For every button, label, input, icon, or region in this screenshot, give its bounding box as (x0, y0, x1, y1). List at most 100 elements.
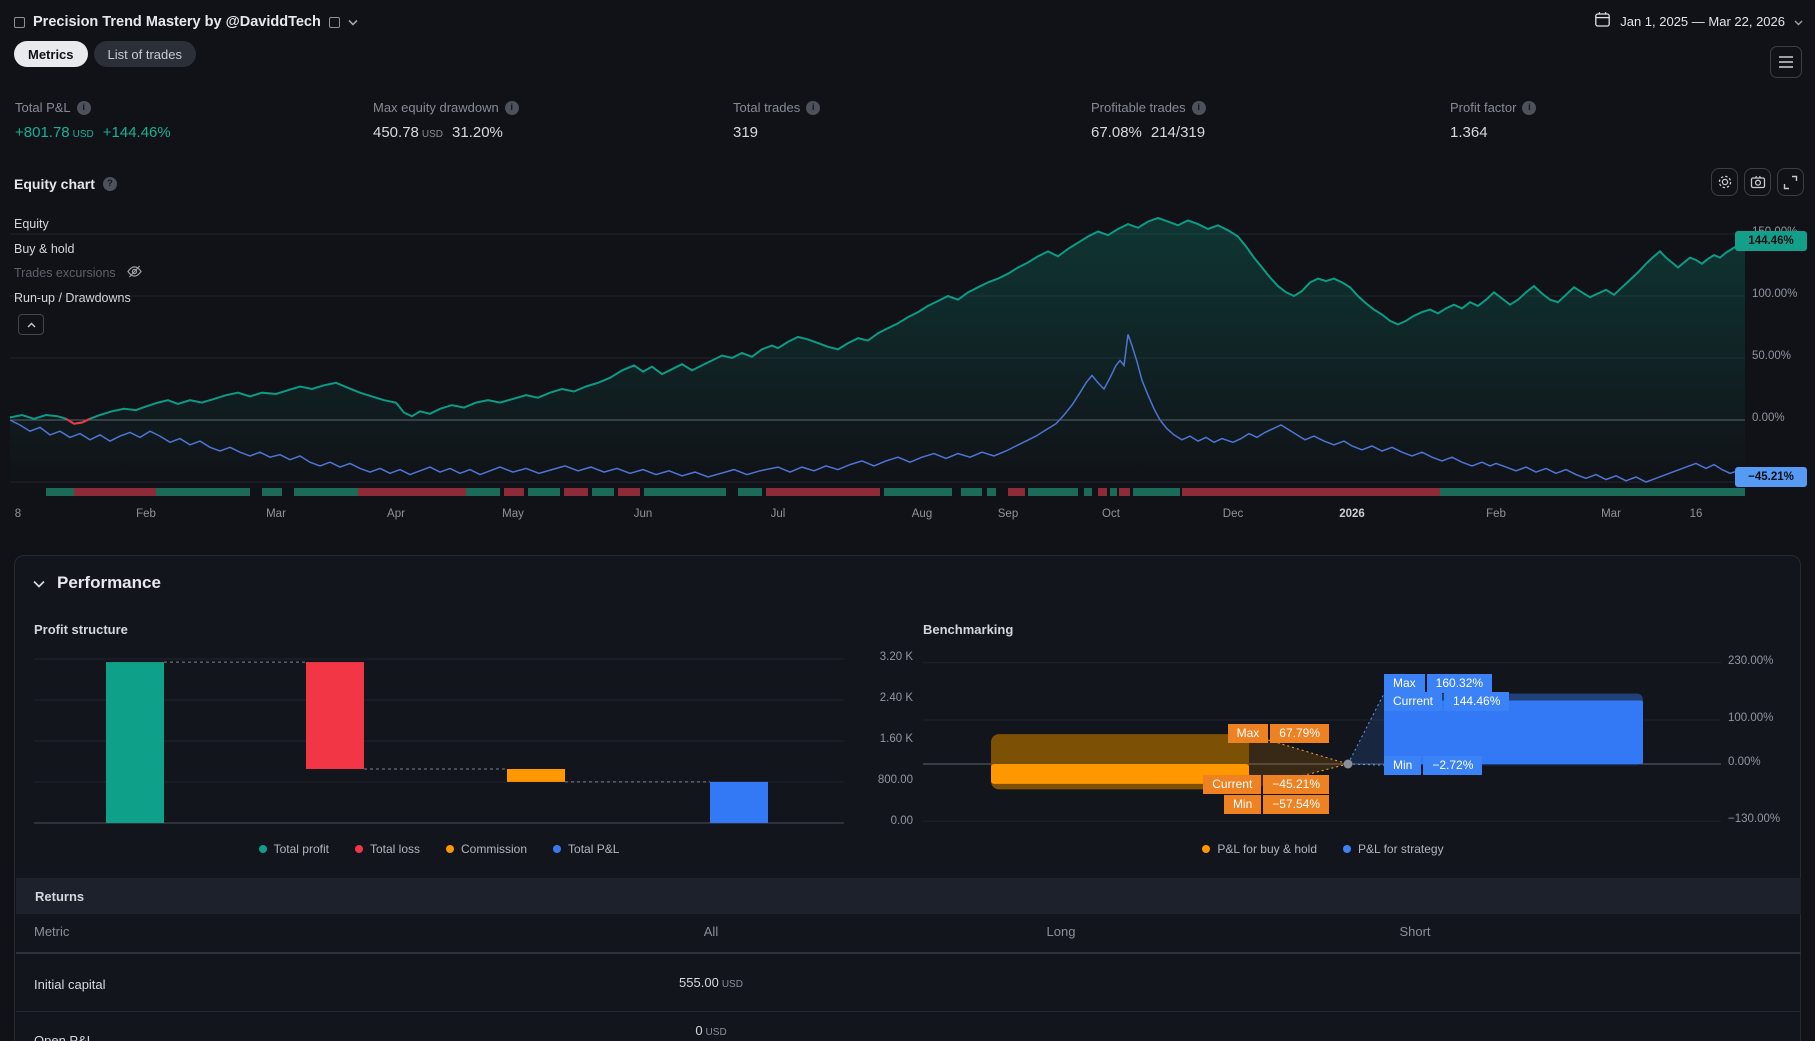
equity-chart-canvas[interactable]: 8 Feb Mar Apr May Jun Jul Aug Sep Oct Dec 2026 Feb Ma… (0, 195, 1815, 530)
dot-icon (354, 845, 363, 853)
svg-text:8: 8 (15, 508, 21, 520)
stat-value: 450.78 (373, 124, 419, 141)
eye-off-icon[interactable] (126, 264, 143, 282)
help-icon[interactable]: ? (102, 177, 117, 191)
equity-chart: 8 Feb Mar Apr May Jun Jul Aug Sep Oct Dec 2026 Feb Ma… (0, 195, 1815, 530)
stat-unit: USD (421, 129, 444, 140)
legend-total-pnl: Total P&L (553, 842, 619, 856)
svg-text:2026: 2026 (1339, 508, 1365, 520)
stat-profitable-trades: Profitable trades i 67.08% 214/319 (1091, 100, 1206, 141)
svg-text:Aug: Aug (912, 508, 932, 520)
profit-structure-chart: 3.20 K 2.40 K 1.60 K 800.00 0.00 (34, 651, 934, 836)
axis-label: 2.40 K (879, 692, 913, 704)
benchmarking-title: Benchmarking (923, 622, 1014, 637)
info-icon[interactable]: i (76, 100, 91, 115)
dot-icon (553, 845, 562, 853)
profit-structure-legend: Total profit Total loss Commission Total… (34, 842, 844, 856)
table-row-divider (16, 1011, 1801, 1012)
chevron-down-icon (33, 573, 45, 593)
info-icon[interactable]: i (1191, 100, 1206, 115)
legend-equity[interactable]: Equity (14, 215, 49, 233)
svg-text:Sep: Sep (998, 508, 1018, 520)
axis-label: 1.60 K (879, 733, 913, 745)
axis-label: 3.20 K (879, 651, 913, 663)
legend-pnl-buyhold: P&L for buy & hold (1202, 842, 1317, 856)
stat-label: Total trades (733, 100, 801, 115)
row-metric: Initial capital (34, 977, 106, 992)
axis-label: 800.00 (877, 774, 913, 786)
svg-text:Feb: Feb (136, 508, 156, 520)
chart-settings-button[interactable] (1711, 168, 1738, 196)
column-header-short: Short (1399, 924, 1431, 939)
axis-label: 50.00% (1752, 350, 1792, 362)
chevron-down-icon[interactable] (348, 19, 358, 26)
stat-label: Max equity drawdown (373, 100, 499, 115)
buyhold-value-badge: −45.21% (1735, 467, 1807, 487)
stat-label: Profitable trades (1091, 100, 1186, 115)
legend-pnl-strategy: P&L for strategy (1343, 842, 1444, 856)
stat-value: 319 (733, 124, 759, 141)
column-header-metric: Metric (34, 924, 70, 939)
row-value-all: 555.00 USD (679, 975, 743, 990)
buyhold-min-chip: Min −57.54% (1223, 795, 1329, 814)
buyhold-max-chip: Max 67.79% (1227, 724, 1329, 743)
strategy-tester-panel: Precision Trend Mastery by @DaviddTech J… (0, 0, 1815, 1041)
strategy-max-chip: Max 160.32% (1384, 674, 1493, 693)
stat-unit: USD (72, 129, 94, 140)
legend-total-loss: Total loss (354, 842, 420, 856)
performance-header[interactable]: Performance (33, 573, 161, 593)
dot-icon (1202, 845, 1211, 853)
axis-label: 0.00 (890, 815, 913, 827)
info-icon[interactable]: i (806, 100, 821, 115)
stat-extra: 31.20% (452, 124, 503, 141)
info-icon[interactable]: i (1522, 100, 1537, 115)
stat-value: +801.78 (15, 124, 70, 141)
calendar-icon (1594, 11, 1611, 31)
strategy-title: Precision Trend Mastery by @DaviddTech (33, 14, 321, 30)
legend-buy-and-hold[interactable]: Buy & hold (14, 240, 74, 258)
strategy-min-chip: Min −2.72% (1384, 756, 1483, 775)
column-header-all: All (703, 924, 719, 939)
legend-runup-drawdowns[interactable]: Run-up / Drawdowns (14, 289, 131, 307)
dot-icon (1343, 845, 1352, 853)
legend-commission: Commission (446, 842, 527, 856)
dot-icon (446, 845, 454, 853)
equity-chart-actions (1711, 168, 1804, 196)
stat-profit-factor: Profit factor i 1.364 (1450, 100, 1537, 141)
report-layout-menu-button[interactable] (1770, 46, 1802, 78)
chevron-down-icon (1794, 14, 1803, 29)
info-icon[interactable]: i (504, 100, 519, 115)
collapse-chart-button[interactable] (18, 314, 44, 335)
axis-label: 100.00% (1752, 288, 1798, 300)
svg-text:Apr: Apr (387, 508, 405, 520)
table-header-divider (16, 952, 1801, 954)
date-range-picker[interactable]: Jan 1, 2025 — Mar 22, 2026 (1594, 8, 1803, 34)
axis-label: 230.00% (1728, 654, 1774, 667)
performance-card: Performance Profit structure 3.20 K 2.40 … (14, 555, 1801, 1041)
fullscreen-button[interactable] (1777, 168, 1804, 196)
svg-text:Feb: Feb (1486, 508, 1506, 520)
camera-snapshot-button[interactable] (1744, 168, 1771, 196)
axis-label: 0.00% (1752, 412, 1785, 424)
stat-value: 67.08% (1091, 124, 1142, 141)
stat-value: 1.364 (1450, 124, 1488, 141)
stat-extra: 214/319 (1150, 124, 1206, 141)
svg-text:16: 16 (1690, 508, 1703, 520)
stat-total-trades: Total trades i 319 (733, 100, 821, 141)
performance-title: Performance (57, 573, 161, 592)
equity-chart-title: Equity chart ? (14, 176, 117, 192)
svg-text:Oct: Oct (1102, 508, 1121, 520)
date-range-text: Jan 1, 2025 — Mar 22, 2026 (1620, 13, 1785, 29)
stat-label: Profit factor (1450, 100, 1517, 115)
stat-max-drawdown: Max equity drawdown i 450.78 USD 31.20% (373, 100, 519, 141)
benchmarking-legend: P&L for buy & hold P&L for strategy (923, 842, 1723, 856)
legend-trades-excursions[interactable]: Trades excursions (14, 264, 143, 282)
svg-text:Jul: Jul (771, 508, 786, 520)
missing-glyph-icon (14, 16, 25, 28)
row-value-all: 0 USD (695, 1023, 727, 1038)
strategy-title-row[interactable]: Precision Trend Mastery by @DaviddTech (14, 10, 358, 34)
legend-total-profit: Total profit (258, 842, 329, 856)
profit-structure-canvas[interactable] (34, 651, 844, 831)
tab-metrics[interactable]: Metrics (14, 41, 88, 67)
tab-list-of-trades[interactable]: List of trades (93, 41, 196, 67)
